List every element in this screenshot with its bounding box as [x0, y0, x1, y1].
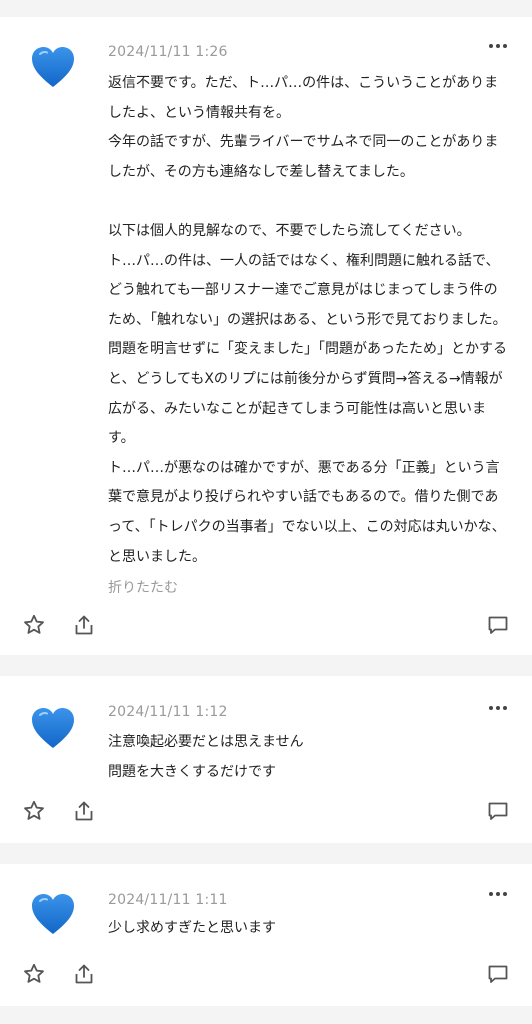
comment-line: ト…パ…の件は、一人の話ではなく、権利問題に触れる話で、どう触れても一部リスナー… — [108, 252, 507, 447]
share-icon[interactable] — [72, 962, 96, 986]
comment-line: 今年の話ですが、先輩ライバーでサムネで同一のことがありましたが、その方も連絡なし… — [108, 134, 499, 180]
comment-feed: 2024/11/11 1:26 返信不要です。ただ、ト…パ…の件は、こういうこと… — [0, 0, 532, 1024]
comment-card: 2024/11/11 1:26 返信不要です。ただ、ト…パ…の件は、こういうこと… — [0, 17, 532, 655]
comment-body: 少し求めすぎたと思います — [108, 914, 508, 944]
comment-body: 返信不要です。ただ、ト…パ…の件は、こういうことがありましたよ、という情報共有を… — [108, 69, 508, 572]
comment-body: 注意喚起必要だとは思えません 問題を大きくするだけです — [108, 728, 508, 787]
comment-line: 返信不要です。ただ、ト…パ…の件は、こういうことがありましたよ、という情報共有を… — [108, 75, 499, 121]
action-bar — [0, 799, 532, 825]
collapse-link[interactable]: 折りたたむ — [108, 577, 178, 597]
share-icon[interactable] — [72, 613, 96, 637]
avatar[interactable] — [30, 706, 76, 750]
star-icon[interactable] — [22, 962, 46, 986]
comment-line: 問題を大きくするだけです — [108, 763, 276, 780]
blue-heart-icon — [32, 894, 74, 934]
comment-timestamp: 2024/11/11 1:11 — [108, 892, 228, 908]
comment-icon[interactable] — [486, 799, 510, 823]
more-options-icon[interactable] — [488, 43, 508, 51]
comment-line: 注意喚起必要だとは思えません — [108, 734, 304, 750]
comment-timestamp: 2024/11/11 1:12 — [108, 704, 228, 720]
blue-heart-icon — [32, 47, 74, 87]
more-options-icon[interactable] — [488, 705, 508, 713]
comment-timestamp: 2024/11/11 1:26 — [108, 44, 228, 60]
avatar[interactable] — [30, 45, 76, 89]
comment-card: 2024/11/11 1:11 少し求めすぎたと思います — [0, 864, 532, 1006]
comment-icon[interactable] — [486, 962, 510, 986]
more-options-icon[interactable] — [488, 891, 508, 899]
star-icon[interactable] — [22, 799, 46, 823]
comment-line: 少し求めすぎたと思います — [108, 920, 276, 936]
star-icon[interactable] — [22, 613, 46, 637]
comment-card: 2024/11/11 1:12 注意喚起必要だとは思えません 問題を大きくするだ… — [0, 676, 532, 843]
avatar[interactable] — [30, 892, 76, 936]
action-bar — [0, 962, 532, 988]
share-icon[interactable] — [72, 799, 96, 823]
comment-line: 以下は個人的見解なので、不要でしたら流してください。 — [108, 222, 471, 239]
action-bar — [0, 613, 532, 639]
comment-icon[interactable] — [486, 613, 510, 637]
comment-line: ト…パ…が悪なのは確かですが、悪である分「正義」という言葉で意見がより投げられや… — [108, 459, 506, 565]
blue-heart-icon — [32, 708, 74, 748]
